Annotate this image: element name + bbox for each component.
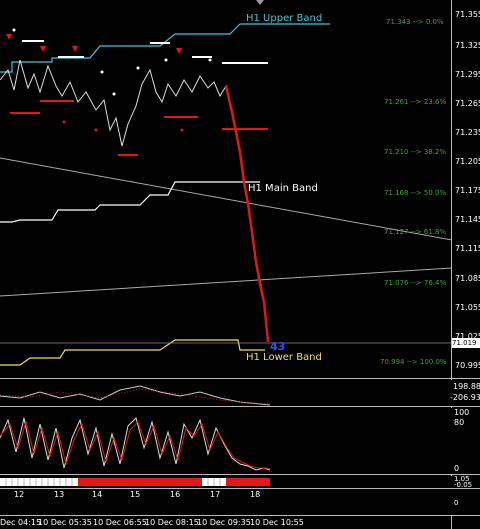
price-tick: 71.175: [455, 186, 480, 195]
pane-divider[interactable]: [0, 406, 480, 407]
day-label: 14: [92, 490, 103, 499]
lower-band-line: [0, 339, 265, 366]
time-axis[interactable]: Dec 04:15 10 Dec 05:35 10 Dec 06:55 10 D…: [0, 516, 480, 529]
indicator2-axis: 100 80 0: [452, 408, 480, 474]
current-price-tag: 71.019: [452, 338, 480, 348]
main-chart-pane[interactable]: H1 Upper Band H1 Main Band H1 Lower Band…: [0, 0, 452, 378]
stoch-signal-line: [0, 420, 271, 470]
price-tick: 71.085: [455, 274, 480, 283]
stop-markers-lower: [10, 100, 268, 156]
price-tick: 71.205: [455, 157, 480, 166]
main-band-label: H1 Main Band: [248, 183, 318, 194]
upper-band-label: H1 Upper Band: [246, 13, 323, 24]
time-label: 10 Dec 08:15: [145, 518, 199, 527]
day-labels-pane: 12 13 14 15 16 17 18: [0, 489, 452, 515]
bottom-axis-extra: 0: [452, 489, 480, 515]
day-label: 17: [210, 490, 221, 499]
time-label: Dec 04:15: [0, 518, 42, 527]
counter-label: 43: [270, 340, 286, 353]
price-tick: 70.995: [455, 361, 480, 370]
pane-divider[interactable]: [0, 474, 480, 475]
indicator1-line: [0, 385, 271, 406]
indicator3-svg: [0, 478, 270, 486]
indicator2-bottom: 0: [454, 464, 460, 473]
day-label: 12: [14, 490, 25, 499]
indicator3-pane[interactable]: [0, 476, 452, 488]
indicator4-tick: 0: [454, 499, 459, 507]
candles: [0, 59, 270, 343]
indicator2-top: 100: [454, 408, 470, 417]
price-tick: 71.355: [455, 10, 480, 19]
indicator1-top: 198.886: [453, 382, 480, 391]
price-tick: 71.055: [455, 303, 480, 312]
fib-level-0: 71.343 --> 0.0%: [386, 18, 444, 26]
stoch-main-line: [0, 417, 271, 471]
day-label: 16: [170, 490, 181, 499]
day-label: 13: [54, 490, 65, 499]
fib-level-1: 71.261 --> 23.6%: [384, 98, 447, 106]
day-label: 18: [250, 490, 261, 499]
signal-bar-red-1: [78, 478, 202, 486]
bear-drop: [224, 85, 270, 343]
fib-level-5: 71.076 --> 76.4%: [384, 279, 447, 287]
price-tick: 71.265: [455, 99, 480, 108]
price-tick: 71.235: [455, 128, 480, 137]
price-tick: 71.325: [455, 41, 480, 50]
main-band-line: [0, 181, 260, 223]
pane-divider[interactable]: [0, 378, 480, 379]
indicator1-pane[interactable]: [0, 380, 452, 406]
indicator1-axis: 198.886 -206.936: [450, 380, 480, 406]
time-label: 10 Dec 05:35: [38, 518, 92, 527]
time-label: 10 Dec 06:55: [93, 518, 147, 527]
indicator2-pane[interactable]: [0, 408, 452, 474]
lower-band-label: H1 Lower Band: [246, 352, 322, 363]
upper-band-line: [0, 23, 330, 73]
price-axis[interactable]: 71.355 71.325 71.295 71.265 71.235 71.20…: [452, 0, 480, 378]
price-tick: 71.145: [455, 215, 480, 224]
fib-level-3: 71.168 --> 50.0%: [384, 189, 447, 197]
indicator1-svg: [0, 385, 271, 406]
fib-level-2: 71.210 --> 38.2%: [384, 148, 447, 156]
top-marker: [256, 0, 264, 5]
indicator3-axis: 1.05 -0.05: [452, 475, 480, 489]
indicator2-svg: [0, 417, 271, 471]
indicator1-dots: [0, 388, 269, 405]
fib-level-4: 71.127 --> 61.8%: [384, 228, 447, 236]
indicator2-mid: 80: [454, 418, 465, 427]
day-label: 15: [130, 490, 141, 499]
fib-level-6: 70.994 --> 100.0%: [380, 358, 447, 366]
signal-bar-red-2: [226, 478, 270, 486]
time-label: 10 Dec 09:35: [197, 518, 251, 527]
price-tick: 71.115: [455, 244, 480, 253]
indicator1-bottom: -206.936: [450, 393, 480, 402]
price-tick: 71.295: [455, 70, 480, 79]
time-label: 10 Dec 10:55: [250, 518, 304, 527]
